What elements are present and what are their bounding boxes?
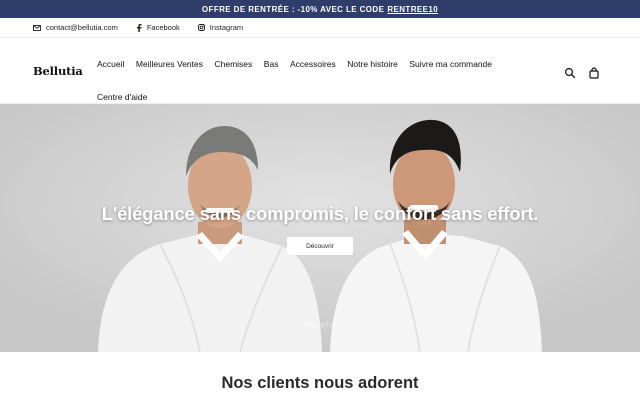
facebook-link[interactable]: Facebook bbox=[136, 23, 180, 32]
email-text: contact@bellutia.com bbox=[46, 23, 118, 32]
nav-bas[interactable]: Bas bbox=[264, 47, 279, 80]
nav-accessoires[interactable]: Accessoires bbox=[290, 47, 336, 80]
instagram-link[interactable]: Instagram bbox=[197, 23, 244, 32]
search-icon[interactable] bbox=[564, 66, 576, 79]
discover-button[interactable]: Découvrir bbox=[287, 237, 353, 255]
hero-brand-mark: BELLUTIA bbox=[303, 323, 337, 329]
instagram-text: Instagram bbox=[209, 23, 244, 32]
hero-banner: L'élégance sans compromis, le confort sa… bbox=[0, 104, 640, 352]
logo[interactable]: Bellutia bbox=[33, 64, 83, 78]
nav-chemises[interactable]: Chemises bbox=[215, 47, 253, 80]
facebook-icon bbox=[136, 23, 142, 32]
header-icons bbox=[552, 66, 600, 79]
nav-meilleures-ventes[interactable]: Meilleures Ventes bbox=[136, 47, 203, 80]
announcement-bar: OFFRE DE RENTRÉE : -10% AVEC LE CODE REN… bbox=[0, 0, 640, 18]
instagram-icon bbox=[197, 24, 205, 31]
contact-email[interactable]: contact@bellutia.com bbox=[33, 23, 118, 32]
nav-suivre-commande[interactable]: Suivre ma commande bbox=[409, 47, 492, 80]
site-header: Bellutia Accueil Meilleures Ventes Chemi… bbox=[0, 38, 640, 104]
hero-image bbox=[0, 104, 640, 352]
mail-icon bbox=[33, 24, 41, 31]
hero-title: L'élégance sans compromis, le confort sa… bbox=[101, 203, 539, 224]
facebook-text: Facebook bbox=[146, 23, 180, 32]
testimonials-title: Nos clients nous adorent bbox=[221, 374, 419, 392]
nav-notre-histoire[interactable]: Notre histoire bbox=[347, 47, 398, 80]
nav-accueil[interactable]: Accueil bbox=[97, 47, 124, 80]
contact-bar: contact@bellutia.com Facebook Instagram bbox=[0, 18, 640, 38]
promo-code[interactable]: RENTREE10 bbox=[387, 5, 438, 14]
announcement-text: OFFRE DE RENTRÉE : -10% AVEC LE CODE bbox=[201, 4, 385, 14]
bag-icon[interactable] bbox=[588, 66, 600, 79]
